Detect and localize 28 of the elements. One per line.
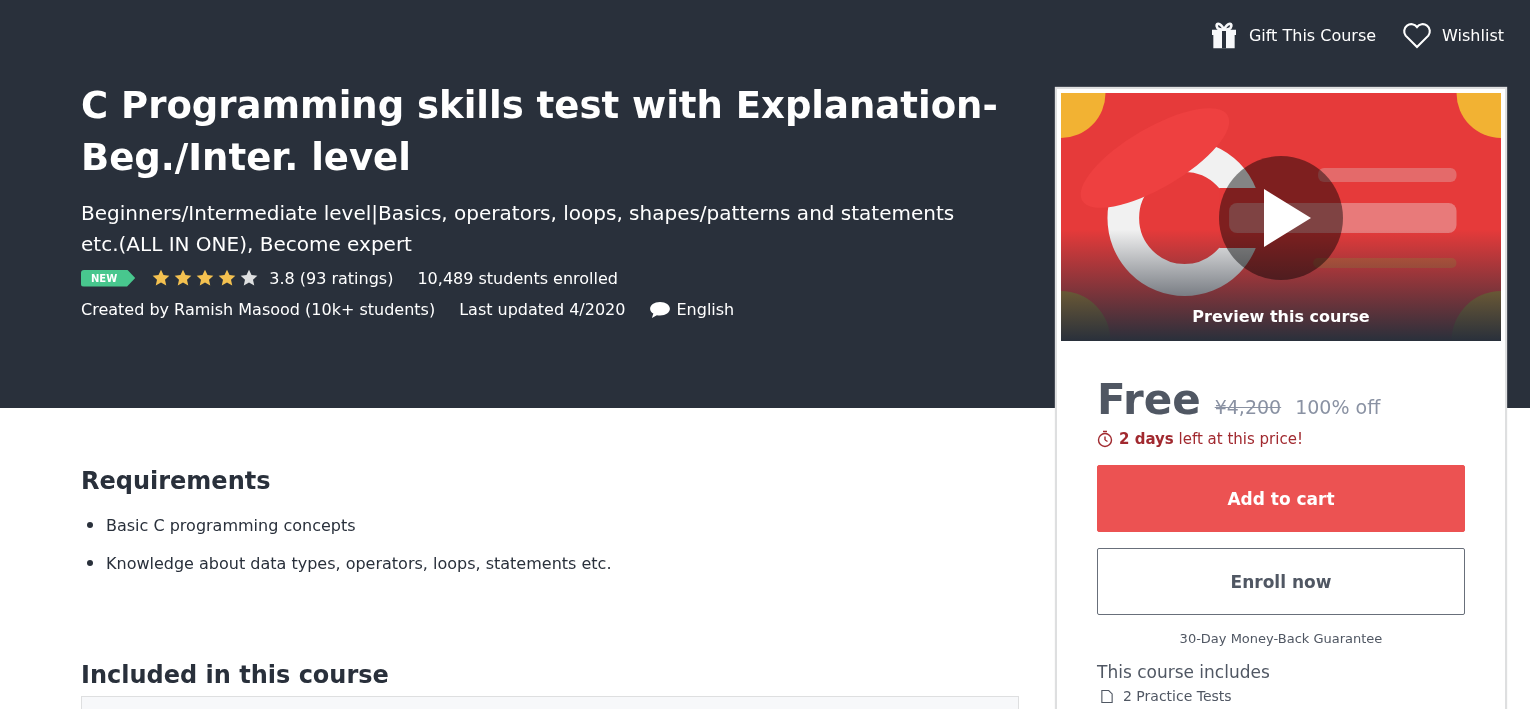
- speech-bubble-icon: [649, 300, 672, 319]
- price: Free: [1097, 375, 1201, 424]
- enrollment-count: 10,489 students enrolled: [417, 268, 618, 288]
- stopwatch-icon: [1097, 430, 1113, 448]
- requirement-item: Knowledge about data types, operators, loops, statements etc.: [106, 553, 612, 573]
- includes-heading: This course includes: [1097, 662, 1271, 682]
- course-subtitle: Beginners/Intermediate level|Basics, operators, loops, shapes/patterns and statements etc.(ALL IN ONE), Become expert: [81, 200, 956, 258]
- requirement-item: Basic C programming concepts: [106, 515, 356, 535]
- action-button[interactable]: Add to cart: [1097, 465, 1465, 532]
- section-heading: Included in this course: [81, 660, 389, 691]
- include-item: 2 Practice Tests: [1123, 688, 1232, 704]
- action-button[interactable]: Enroll now: [1097, 548, 1465, 615]
- original-price: ¥4,200: [1214, 396, 1282, 418]
- play-icon[interactable]: [1219, 156, 1343, 280]
- section-heading: Requirements: [81, 466, 271, 497]
- document-icon: [1101, 688, 1113, 704]
- deadline-text: 2 days left at this price!: [1119, 430, 1303, 448]
- instructor-text: Created by Ramish Masood (10k+ students): [81, 300, 436, 319]
- rating-text: 3.8 (93 ratings): [269, 268, 394, 288]
- last-updated: Last updated 4/2020: [459, 300, 626, 319]
- top-action-link[interactable]: Wishlist: [1400, 18, 1504, 52]
- discount-text: 100% off: [1295, 396, 1381, 418]
- language-text: English: [676, 300, 735, 319]
- course-title: C Programming skills test with Explanation-Beg./Inter. level: [81, 83, 999, 181]
- top-action-link[interactable]: Gift This Course: [1206, 18, 1377, 52]
- new-badge: NEW: [81, 269, 136, 287]
- preview-label[interactable]: Preview this course: [1190, 307, 1372, 327]
- guarantee-text: 30-Day Money-Back Guarantee: [1178, 631, 1384, 646]
